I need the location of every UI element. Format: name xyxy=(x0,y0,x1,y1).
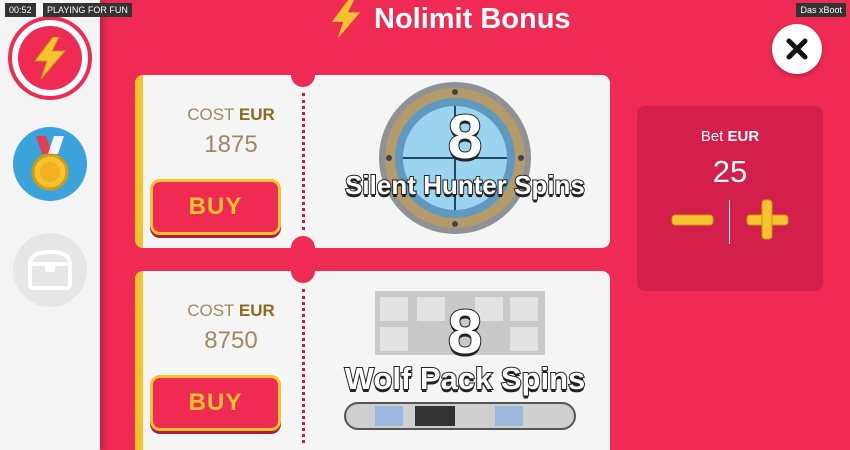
ticket-edge xyxy=(135,271,143,450)
cost-label: COST EUR xyxy=(187,105,275,124)
ticket-edge xyxy=(135,75,143,248)
plus-icon xyxy=(746,199,789,240)
spins-count: 8 xyxy=(447,102,483,173)
bet-label: Bet EUR xyxy=(700,128,760,145)
buy-label: BUY xyxy=(188,389,243,416)
buy-label: BUY xyxy=(188,193,243,220)
increase-bet-button[interactable] xyxy=(745,197,790,242)
close-button[interactable] xyxy=(772,24,822,74)
close-icon xyxy=(786,38,808,60)
achievements-tab[interactable] xyxy=(13,127,87,201)
spins-count: 8 xyxy=(447,297,483,368)
sidebar xyxy=(0,0,100,450)
clock: 00:52 xyxy=(5,3,36,17)
bonus-tab-inner xyxy=(18,26,82,90)
treasure-chest-tab[interactable] xyxy=(13,233,87,307)
feature-name: Wolf Pack Spins xyxy=(344,360,587,397)
ticket-notch xyxy=(291,236,315,248)
play-mode-label: PLAYING FOR FUN xyxy=(43,3,132,17)
feature-artwork: 8 Silent Hunter Spins xyxy=(325,75,605,248)
offer-card-wolf-pack: COST EUR 8750 BUY 8 Wolf Pack Spins xyxy=(135,271,610,450)
ticket-notch xyxy=(291,271,315,283)
bonus-tab[interactable] xyxy=(8,16,92,100)
lightning-bolt-icon xyxy=(34,37,67,79)
page-title: Nolimit Bonus xyxy=(374,2,571,35)
decrease-bet-button[interactable] xyxy=(670,197,715,242)
lightning-bolt-icon xyxy=(331,0,361,39)
offer-card-silent-hunter: COST EUR 1875 BUY 8 Silent Hunter Spins xyxy=(135,75,610,248)
ticket-notch xyxy=(291,75,315,87)
minus-icon xyxy=(671,214,714,226)
buy-button[interactable]: BUY xyxy=(150,375,281,431)
cost-label: COST EUR xyxy=(187,301,275,320)
feature-name: Silent Hunter Spins xyxy=(344,169,586,201)
buy-button[interactable]: BUY xyxy=(150,179,281,235)
game-name: Das xBoot xyxy=(796,3,846,17)
bet-panel: Bet EUR 25 xyxy=(637,106,823,291)
ticket-perforation xyxy=(302,289,305,443)
page-header: Nolimit Bonus xyxy=(330,0,630,39)
cost-value: 8750 xyxy=(204,327,258,354)
ticket-perforation xyxy=(302,93,305,230)
bet-divider xyxy=(729,200,730,244)
cost-value: 1875 xyxy=(204,131,258,158)
bet-value: 25 xyxy=(712,154,748,189)
medal-icon xyxy=(31,136,69,191)
feature-artwork: 8 Wolf Pack Spins xyxy=(325,271,605,450)
treasure-chest-icon xyxy=(27,250,73,290)
